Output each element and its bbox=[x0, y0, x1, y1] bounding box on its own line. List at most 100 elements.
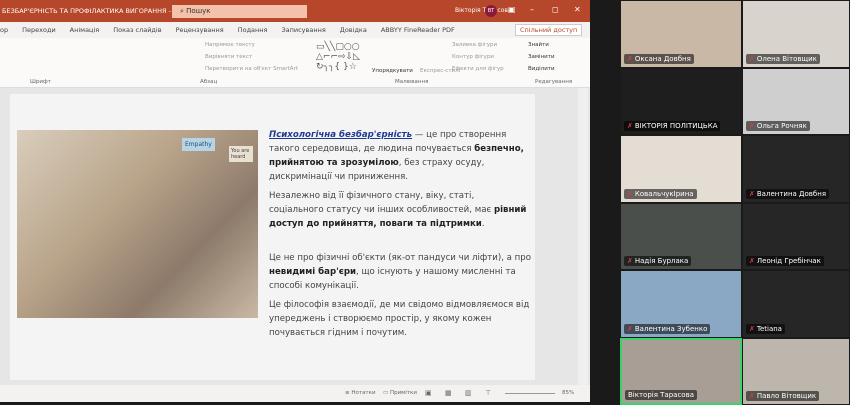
slide-sorter-icon[interactable]: ▦ bbox=[445, 389, 452, 397]
comments-button[interactable]: ▭ Примітки bbox=[383, 390, 417, 396]
notes-button[interactable]: ≡ Нотатки bbox=[345, 390, 376, 396]
participant-name-text: Валентина Зубенко bbox=[634, 324, 708, 333]
participant-tile[interactable]: ✗ Павло Вітовщик bbox=[742, 337, 850, 405]
participant-tile[interactable]: ✗ Оксана Довбня bbox=[620, 0, 742, 68]
participant-name-text: ВІКТОРІЯ ПОЛІТИЦЬКА bbox=[634, 122, 718, 130]
participant-name-text: КовальчукІрина bbox=[634, 189, 694, 198]
shape-fill-button[interactable]: Заливка фігури bbox=[452, 42, 497, 48]
tab-help[interactable]: Довідка bbox=[340, 26, 367, 34]
title-bar: БЕЗБАР'ЄРНІСТЬ ТА ПРОФІЛАКТИКА ВИГОРАННЯ… bbox=[0, 0, 590, 22]
slide[interactable]: Empathy You are heard Психологічна безба… bbox=[10, 94, 535, 380]
group-font-label: Шрифт bbox=[30, 79, 51, 85]
reading-view-icon[interactable]: ▥ bbox=[465, 389, 472, 397]
participant-name: ✗ КовальчукІрина bbox=[624, 188, 697, 199]
zoom-level[interactable]: 85% bbox=[562, 390, 574, 396]
replace-button[interactable]: Замінити bbox=[528, 54, 555, 60]
tab-slideshow[interactable]: Показ слайдів bbox=[113, 26, 161, 34]
participant-name-text: Вікторія Тарасова bbox=[628, 391, 695, 399]
text-direction-button[interactable]: Напрямок тексту bbox=[205, 42, 255, 48]
avatar[interactable]: ВТ bbox=[485, 5, 497, 17]
mic-muted-icon: ✗ bbox=[749, 392, 755, 400]
zoom-slider[interactable] bbox=[505, 393, 555, 394]
participant-tile[interactable]: ✗ Валентина Зубенко bbox=[620, 270, 742, 338]
participant-name: ✗ Ольга Рочняк bbox=[746, 121, 810, 131]
mic-muted-icon: ✗ bbox=[749, 257, 755, 265]
minimize-button[interactable]: – bbox=[530, 5, 534, 14]
tab-transitions[interactable]: Переходи bbox=[22, 26, 56, 34]
mic-muted-icon: ✗ bbox=[627, 257, 633, 265]
close-button[interactable]: ✕ bbox=[574, 5, 581, 14]
participant-name: Вікторія Тарасова bbox=[625, 390, 698, 400]
participant-tile[interactable]: ✗ ВІКТОРІЯ ПОЛІТИЦЬКА bbox=[620, 67, 742, 135]
normal-view-icon[interactable]: ▣ bbox=[425, 389, 432, 397]
tab-animation[interactable]: Анімація bbox=[70, 26, 100, 34]
align-text-button[interactable]: Вирівняти текст bbox=[205, 54, 252, 60]
mic-muted-icon: ✗ bbox=[627, 324, 633, 333]
photo-sign-heard: You are heard bbox=[229, 146, 253, 162]
slide-editor: Empathy You are heard Психологічна безба… bbox=[0, 88, 590, 385]
text-run: Це не про фізичні об'єкти (як-от пандуси… bbox=[269, 253, 531, 263]
participant-name: ✗ Валентина Зубенко bbox=[624, 323, 711, 334]
participant-name-text: Оксана Довбня bbox=[634, 54, 691, 63]
shape-outline-button[interactable]: Контур фігури bbox=[452, 54, 494, 60]
status-bar: ≡ Нотатки ▭ Примітки ▣ ▦ ▥ ⊤ 85% bbox=[0, 385, 590, 402]
slide-photo: Empathy You are heard bbox=[17, 130, 258, 318]
tab-view[interactable]: Подання bbox=[238, 26, 268, 34]
smartart-button[interactable]: Перетворити на об'єкт SmartArt bbox=[205, 66, 298, 72]
video-grid: ✗ Оксана Довбня ✗ Олена Вітовщик ✗ ВІКТОРІЯ П… bbox=[620, 0, 850, 405]
participant-name: ✗ Оксана Довбня bbox=[624, 53, 694, 64]
participant-tile[interactable]: ✗ Надія Бурлака bbox=[620, 202, 742, 270]
tab-recording[interactable]: Записування bbox=[281, 26, 325, 34]
mic-muted-icon: ✗ bbox=[749, 324, 755, 333]
participant-name: ✗ Павло Вітовщик bbox=[746, 391, 820, 401]
participant-name: ✗ Валентина Довбня bbox=[746, 188, 830, 199]
tab-abbyy[interactable]: ABBYY FineReader PDF bbox=[381, 26, 455, 34]
participant-name-text: Надія Бурлака bbox=[634, 257, 689, 265]
share-button[interactable]: Спільний доступ bbox=[515, 24, 583, 36]
find-button[interactable]: Знайти bbox=[528, 42, 549, 48]
paragraph: Це філософія взаємодії, де ми свідомо ві… bbox=[269, 300, 530, 338]
bold-run: невидимі бар'єри bbox=[269, 267, 356, 277]
participant-tile[interactable]: ✗ КовальчукІрина bbox=[620, 135, 742, 203]
participant-name: ✗ Надія Бурлака bbox=[624, 256, 692, 266]
group-editing-label: Редагування bbox=[535, 79, 573, 85]
tab-review[interactable]: Рецензування bbox=[176, 26, 224, 34]
participant-tile[interactable]: ✗ Tetiana bbox=[742, 270, 850, 338]
participant-tile[interactable]: ✗ Валентина Довбня bbox=[742, 135, 850, 203]
participant-name: ✗ ВІКТОРІЯ ПОЛІТИЦЬКА bbox=[624, 121, 721, 131]
arrange-button[interactable]: Упорядкувати bbox=[372, 68, 413, 74]
notes-label: Нотатки bbox=[351, 390, 376, 396]
comments-label: Примітки bbox=[389, 390, 417, 396]
ribbon-display-icon[interactable]: ▣ bbox=[508, 5, 516, 14]
participant-tile[interactable]: ✗ Олена Вітовщик bbox=[742, 0, 850, 68]
mic-muted-icon: ✗ bbox=[749, 54, 755, 63]
vertical-scrollbar[interactable] bbox=[578, 88, 588, 385]
participant-tile[interactable]: ✗ Ольга Рочняк bbox=[742, 67, 850, 135]
participant-tile[interactable]: ✗ Леонід Гребінчак bbox=[742, 202, 850, 270]
participant-name-text: Леонід Гребінчак bbox=[756, 257, 821, 265]
group-drawing-label: Малювання bbox=[395, 79, 429, 85]
participant-name-text: Tetiana bbox=[756, 324, 782, 333]
shape-effects-button[interactable]: Ефекти для фігур bbox=[452, 66, 504, 72]
slideshow-icon[interactable]: ⊤ bbox=[485, 389, 491, 397]
search-input[interactable]: ⌕ Пошук bbox=[172, 5, 307, 18]
maximize-button[interactable]: ◻ bbox=[552, 5, 559, 14]
participant-name-text: Павло Вітовщик bbox=[756, 392, 817, 400]
ribbon-tabs: ор Переходи Анімація Показ слайдів Рецен… bbox=[0, 22, 590, 38]
term: Психологічна безбар'єрність bbox=[269, 130, 413, 140]
powerpoint-window: БЕЗБАР'ЄРНІСТЬ ТА ПРОФІЛАКТИКА ВИГОРАННЯ… bbox=[0, 0, 590, 402]
user-name: Вікторія Тарасова bbox=[455, 7, 512, 14]
photo-sign-empathy: Empathy bbox=[182, 138, 215, 151]
participant-name: ✗ Олена Вітовщик bbox=[746, 53, 820, 64]
participant-name-text: Олена Вітовщик bbox=[756, 54, 817, 63]
slide-text[interactable]: Психологічна безбар'єрність — це про ств… bbox=[269, 128, 531, 345]
select-button[interactable]: Виділити bbox=[528, 66, 555, 72]
participant-tile[interactable]: Вікторія Тарасова bbox=[620, 337, 742, 405]
mic-muted-icon: ✗ bbox=[627, 54, 633, 63]
mic-muted-icon: ✗ bbox=[749, 122, 755, 130]
participant-name-text: Ольга Рочняк bbox=[756, 122, 807, 130]
tab-design[interactable]: ор bbox=[0, 26, 8, 34]
participant-name: ✗ Леонід Гребінчак bbox=[746, 256, 824, 266]
text-run: Незалежно від її фізичного стану, віку, … bbox=[269, 191, 494, 215]
shapes-gallery[interactable]: ▭╲╲▢○○ △⌐⌐⇨⇩◺ ↻╮╮{ }☆ bbox=[316, 42, 360, 72]
